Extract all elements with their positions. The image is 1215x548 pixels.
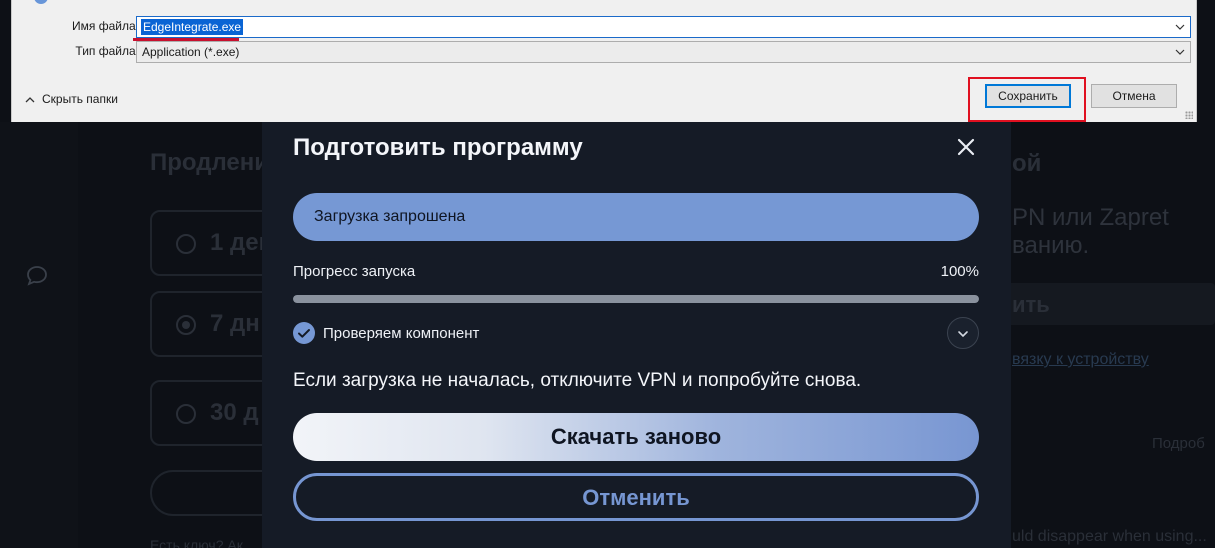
filename-value: EdgeIntegrate.exe	[141, 19, 244, 35]
background-option-label: 7 дн	[210, 310, 260, 337]
prepare-program-modal: Подготовить программу Загрузка запрошена…	[262, 122, 1011, 548]
check-item-label: Проверяем компонент	[323, 325, 480, 342]
cancel-download-button[interactable]: Отменить	[293, 473, 979, 521]
filetype-select[interactable]: Application (*.exe)	[136, 41, 1191, 63]
vpn-hint: Если загрузка не началась, отключите VPN…	[293, 370, 862, 391]
filename-label: Имя файла:	[72, 19, 139, 33]
cancel-download-label: Отменить	[582, 485, 690, 510]
background-right-disappear: uld disappear when using...	[1012, 528, 1207, 545]
chevron-down-icon[interactable]	[1173, 45, 1187, 59]
filetype-label: Тип файла:	[75, 44, 139, 58]
modal-title: Подготовить программу	[293, 134, 583, 161]
chevron-down-icon	[958, 331, 968, 338]
progress-bar	[293, 295, 979, 303]
chat-bubble-icon	[27, 266, 47, 286]
progress-label: Прогресс запуска	[293, 263, 416, 280]
cancel-button[interactable]: Отмена	[1091, 84, 1177, 108]
progress-percent: 100%	[940, 263, 979, 280]
background-right-text-line: PN или Zapret	[1012, 204, 1169, 231]
status-pill: Загрузка запрошена	[293, 193, 979, 241]
filename-input[interactable]: EdgeIntegrate.exe	[133, 16, 1191, 41]
filetype-value: Application (*.exe)	[142, 45, 240, 59]
resize-grip[interactable]	[1185, 111, 1193, 119]
filetype-row: Тип файла: Application (*.exe)	[12, 41, 1196, 63]
radio-icon	[176, 234, 196, 254]
background-sidebar	[0, 122, 78, 548]
background-right-more: Подроб	[1152, 435, 1205, 452]
edge-icon	[34, 0, 48, 4]
background-right-text: PN или Zapret ванию.	[1012, 204, 1169, 260]
background-heading: Продлени	[150, 149, 270, 176]
background-right-heading: ой	[1012, 150, 1042, 177]
radio-icon	[176, 404, 196, 424]
check-circle-icon	[293, 322, 315, 344]
filename-row: Имя файла: EdgeIntegrate.exe	[12, 16, 1196, 41]
expand-button[interactable]	[947, 317, 979, 349]
background-right-text-line: ванию.	[1012, 232, 1090, 259]
hide-folders-label: Скрыть папки	[42, 92, 118, 106]
progress-bar-fill	[293, 295, 979, 303]
radio-checked-icon	[176, 315, 196, 335]
download-again-label: Скачать заново	[550, 424, 722, 449]
background-right-button-label: ить	[1012, 292, 1050, 317]
chevron-down-icon[interactable]	[1173, 20, 1187, 34]
status-text: Загрузка запрошена	[314, 208, 466, 225]
close-icon[interactable]	[955, 136, 977, 158]
background-option-label: 30 д	[210, 399, 259, 426]
chevron-up-icon	[25, 97, 35, 103]
download-again-button[interactable]: Скачать заново	[293, 413, 979, 461]
background-right-button: ить	[1000, 283, 1215, 325]
background-key-text: Есть ключ? Ак	[150, 537, 243, 548]
background-right-link: вязку к устройству	[1012, 351, 1149, 368]
save-button-highlight	[968, 77, 1086, 122]
